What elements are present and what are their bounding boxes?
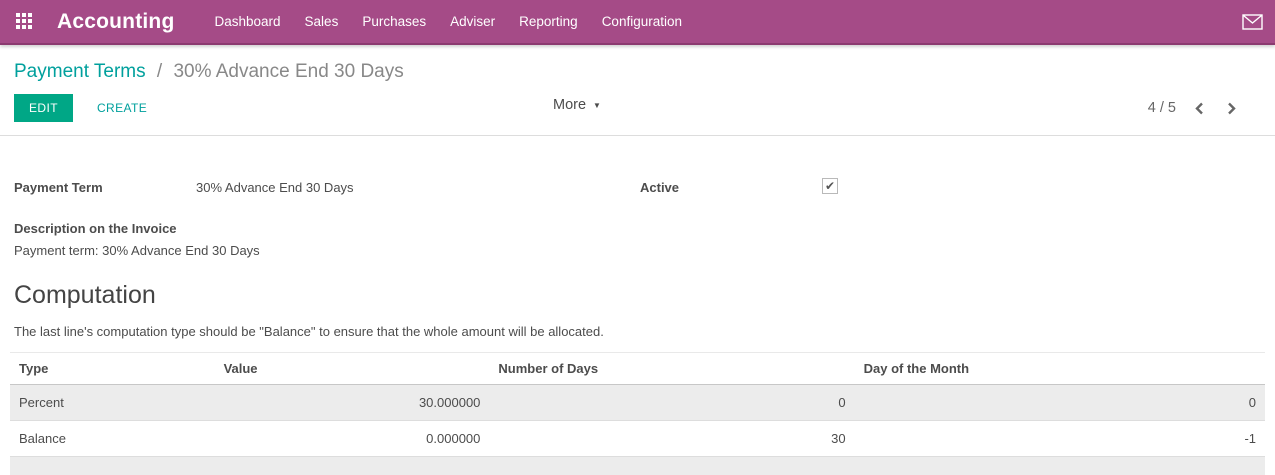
description-label: Description on the Invoice xyxy=(14,218,1261,240)
apps-menu-icon[interactable] xyxy=(16,13,33,30)
pager-next-icon[interactable] xyxy=(1226,101,1237,116)
column-header-number-of-days: Number of Days xyxy=(489,353,854,385)
table-row-balance[interactable]: Balance 0.000000 30 -1 xyxy=(10,421,1265,457)
computation-section-title: Computation xyxy=(14,280,1261,310)
nav-item-reporting[interactable]: Reporting xyxy=(519,14,578,29)
nav-item-configuration[interactable]: Configuration xyxy=(602,14,682,29)
breadcrumb: Payment Terms / 30% Advance End 30 Days xyxy=(0,45,1275,83)
cell-day-of-the-month[interactable]: 0 xyxy=(855,385,1265,421)
pager: 4 / 5 xyxy=(1148,100,1261,116)
payment-term-value: 30% Advance End 30 Days xyxy=(196,180,354,195)
cell-value[interactable]: 0.000000 xyxy=(215,421,490,457)
more-dropdown-label: More xyxy=(553,97,586,113)
control-panel: EDIT CREATE More ▼ 4 / 5 xyxy=(0,95,1275,136)
nav-item-adviser[interactable]: Adviser xyxy=(450,14,495,29)
top-navbar: Accounting Dashboard Sales Purchases Adv… xyxy=(0,0,1275,45)
chevron-down-icon: ▼ xyxy=(593,101,601,110)
cell-value[interactable]: 30.000000 xyxy=(215,385,490,421)
checkmark-icon: ✔ xyxy=(825,179,835,193)
active-label: Active xyxy=(640,180,822,195)
table-header-row: Type Value Number of Days Day of the Mon… xyxy=(10,353,1265,385)
table-row-percent[interactable]: Percent 30.000000 0 0 xyxy=(10,385,1265,421)
breadcrumb-current-record: 30% Advance End 30 Days xyxy=(173,61,403,82)
pager-count[interactable]: 4 / 5 xyxy=(1148,100,1176,116)
cell-day-of-the-month[interactable]: -1 xyxy=(855,421,1265,457)
computation-helper-text: The last line's computation type should … xyxy=(14,324,1261,339)
form-sheet: Payment Term 30% Advance End 30 Days Act… xyxy=(0,136,1275,475)
payment-term-label: Payment Term xyxy=(14,180,196,195)
more-dropdown[interactable]: More ▼ xyxy=(553,97,601,113)
description-block: Description on the Invoice Payment term:… xyxy=(14,218,1261,262)
edit-button[interactable]: EDIT xyxy=(14,94,73,122)
cell-number-of-days[interactable]: 0 xyxy=(489,385,854,421)
app-title[interactable]: Accounting xyxy=(57,10,175,34)
pager-previous-icon[interactable] xyxy=(1194,101,1205,116)
column-header-value: Value xyxy=(215,353,490,385)
cell-type[interactable]: Percent xyxy=(10,385,215,421)
nav-item-dashboard[interactable]: Dashboard xyxy=(215,14,281,29)
table-row-empty xyxy=(10,457,1265,475)
cell-type[interactable]: Balance xyxy=(10,421,215,457)
column-header-day-of-the-month: Day of the Month xyxy=(855,353,1265,385)
main-menu: Dashboard Sales Purchases Adviser Report… xyxy=(215,14,683,29)
description-value: Payment term: 30% Advance End 30 Days xyxy=(14,240,1261,262)
breadcrumb-payment-terms[interactable]: Payment Terms xyxy=(14,61,146,82)
create-button[interactable]: CREATE xyxy=(89,94,155,122)
nav-item-sales[interactable]: Sales xyxy=(305,14,339,29)
breadcrumb-separator: / xyxy=(151,61,168,82)
field-row: Payment Term 30% Advance End 30 Days Act… xyxy=(14,180,1261,195)
nav-item-purchases[interactable]: Purchases xyxy=(362,14,426,29)
cell-number-of-days[interactable]: 30 xyxy=(489,421,854,457)
messages-icon[interactable] xyxy=(1242,14,1263,30)
column-header-type: Type xyxy=(10,353,215,385)
active-checkbox[interactable]: ✔ xyxy=(822,178,838,194)
computation-table: Type Value Number of Days Day of the Mon… xyxy=(10,352,1265,475)
